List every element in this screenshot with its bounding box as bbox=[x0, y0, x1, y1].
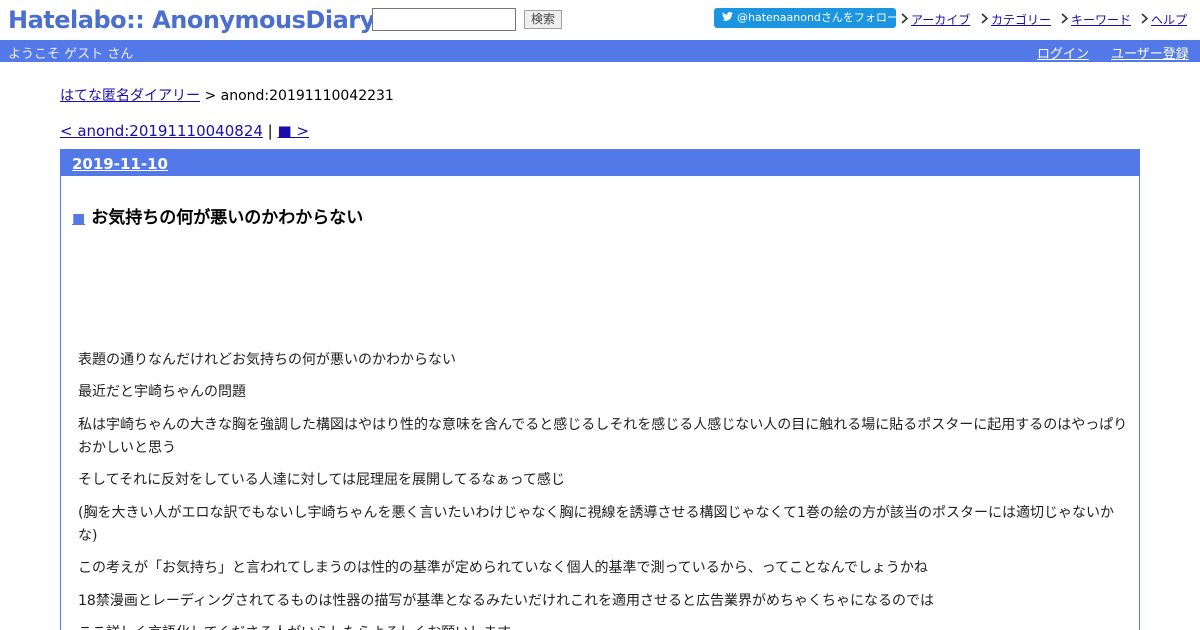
entry-nav: < anond:20191110040824 | ■ > bbox=[60, 122, 309, 140]
login-link[interactable]: ログイン bbox=[1037, 43, 1089, 62]
entry-paragraph: (胸を大きい人がエロな訳でもないし宇崎ちゃんを悪く言いたいわけじゃなく胸に視線を… bbox=[78, 505, 1114, 544]
breadcrumb: はてな匿名ダイアリー > anond:20191110042231 bbox=[60, 85, 394, 105]
follow-label: @hatenaanondさんをフォロー bbox=[737, 11, 898, 24]
breadcrumb-home-link[interactable]: はてな匿名ダイアリー bbox=[60, 88, 200, 104]
entry-title-text: お気持ちの何が悪いのかわからない bbox=[91, 208, 364, 228]
site-logo[interactable]: Hatelabo:: AnonymousDiary bbox=[8, 6, 375, 34]
user-bar: ようこそ ゲスト さん ログイン ユーザー登録 bbox=[0, 40, 1200, 62]
nav-divider: | bbox=[262, 122, 278, 140]
entry-paragraph: この考えが「お気持ち」と言われてしまうのは性的の基準が定められていなく個人的基準… bbox=[78, 560, 928, 576]
permalink-square[interactable]: ■ bbox=[72, 211, 85, 227]
next-entry-link[interactable]: ■ > bbox=[278, 122, 310, 140]
top-banner: Hatelabo:: AnonymousDiary 検索 @hatenaanon… bbox=[0, 0, 1200, 40]
twitter-bird-icon bbox=[722, 8, 733, 28]
day-header: 2019-11-10 bbox=[61, 150, 1139, 176]
arrow-right-icon bbox=[901, 13, 909, 24]
entry-paragraph: 最近だと宇崎ちゃんの問題 bbox=[78, 384, 246, 400]
breadcrumb-separator: > bbox=[200, 88, 221, 104]
entry-date-link[interactable]: 2019-11-10 bbox=[72, 155, 168, 173]
entry-paragraph: 18禁漫画とレーディングされてるものは性器の描写が基準となるみたいだけれこれを適… bbox=[78, 593, 934, 609]
arrow-right-icon bbox=[981, 13, 989, 24]
twitter-follow-button[interactable]: @hatenaanondさんをフォロー bbox=[714, 8, 898, 28]
register-link[interactable]: ユーザー登録 bbox=[1111, 43, 1189, 62]
search-input[interactable] bbox=[372, 8, 516, 31]
category-link[interactable]: カテゴリー bbox=[991, 11, 1051, 28]
help-link[interactable]: ヘルプ bbox=[1151, 11, 1187, 28]
breadcrumb-current: anond:20191110042231 bbox=[220, 88, 394, 104]
entry-paragraph: ここ詳しく言語化してくださる人がいらしたらよろしくお願いします bbox=[78, 622, 1130, 630]
entry-paragraph: 私は宇崎ちゃんの大きな胸を強調した構図はやはり性的な意味を含んでると感じるしそれ… bbox=[78, 417, 1128, 456]
keyword-link[interactable]: キーワード bbox=[1071, 11, 1131, 28]
arrow-right-icon bbox=[1061, 13, 1069, 24]
search-button[interactable]: 検索 bbox=[524, 10, 562, 29]
entry-paragraph: 表題の通りなんだけれどお気持ちの何が悪いのかわからない bbox=[78, 352, 456, 368]
prev-entry-link[interactable]: < anond:20191110040824 bbox=[60, 122, 263, 140]
day-section: 2019-11-10 ■ お気持ちの何が悪いのかわからない 表題の通りなんだけれど… bbox=[60, 149, 1140, 630]
arrow-right-icon bbox=[1141, 13, 1149, 24]
entry-paragraph: そしてそれに反対をしている人達に対しては屁理屈を展開してるなぁって感じ bbox=[78, 472, 565, 488]
welcome-text: ようこそ ゲスト さん bbox=[8, 47, 134, 62]
archive-link[interactable]: アーカイブ bbox=[911, 11, 970, 28]
entry-title: ■ お気持ちの何が悪いのかわからない bbox=[72, 203, 363, 228]
